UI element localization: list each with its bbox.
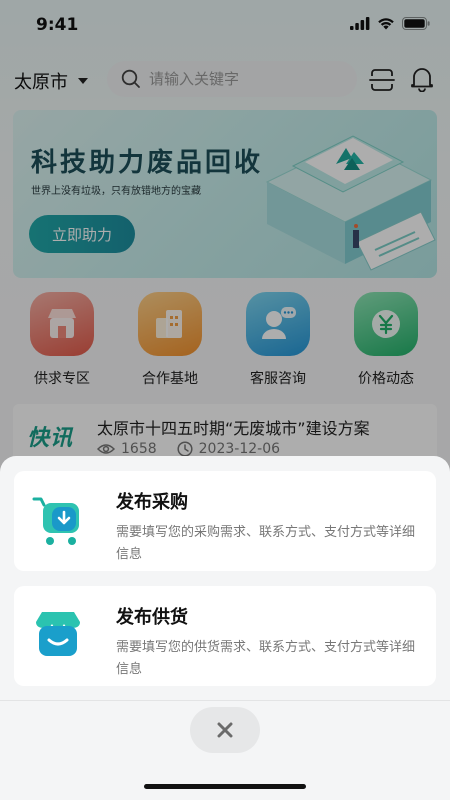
publish-bottom-sheet: 发布采购 需要填写您的采购需求、联系方式、支付方式等详细信息 发布供货 需要填写…: [0, 456, 450, 800]
shopping-cart-icon: [32, 497, 79, 545]
store-icon: [36, 612, 80, 656]
home-indicator: [144, 784, 306, 789]
close-button[interactable]: [190, 707, 260, 753]
sheet-divider: [0, 700, 450, 701]
close-icon: [217, 722, 233, 738]
option-publish-supply[interactable]: 发布供货 需要填写您的供货需求、联系方式、支付方式等详细信息: [14, 586, 436, 686]
option-title: 发布采购: [116, 492, 188, 513]
option-title: 发布供货: [116, 607, 188, 628]
option-publish-purchase[interactable]: 发布采购 需要填写您的采购需求、联系方式、支付方式等详细信息: [14, 471, 436, 571]
option-description: 需要填写您的采购需求、联系方式、支付方式等详细信息: [116, 525, 416, 562]
option-description: 需要填写您的供货需求、联系方式、支付方式等详细信息: [116, 640, 416, 677]
